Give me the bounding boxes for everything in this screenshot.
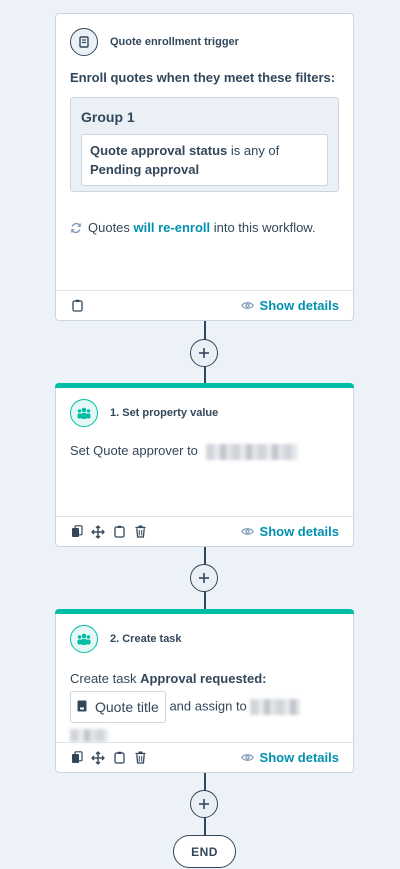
clipboard-icon[interactable] [112, 525, 126, 539]
trigger-title: Quote enrollment trigger [110, 36, 239, 48]
task-name: Approval requested: [140, 671, 267, 686]
plus-icon [199, 348, 209, 358]
move-icon[interactable] [91, 750, 105, 765]
reenroll-link[interactable]: will re-enroll [134, 220, 211, 235]
add-action-button[interactable] [190, 564, 218, 592]
document-icon [77, 695, 87, 719]
filter-property: Quote approval status [90, 143, 228, 158]
move-icon[interactable] [91, 524, 105, 539]
eye-icon [240, 298, 254, 313]
action-body-text: Create task [70, 671, 141, 686]
people-icon [70, 399, 98, 427]
show-details-button[interactable]: Show details [240, 750, 339, 765]
token-label: Quote title [95, 699, 159, 715]
trigger-card[interactable]: Quote enrollment trigger Enroll quotes w… [55, 13, 354, 321]
copy-icon[interactable] [70, 751, 84, 765]
filter-group[interactable]: Group 1 Quote approval status is any of … [70, 97, 339, 192]
show-details-label: Show details [259, 750, 339, 765]
action-title: 1. Set property value [110, 407, 219, 419]
clipboard-icon[interactable] [70, 299, 84, 313]
reenroll-suffix: into this workflow. [210, 220, 316, 235]
filter-value: Pending approval [90, 162, 200, 177]
scroll-icon [70, 28, 98, 56]
add-action-button[interactable] [190, 790, 218, 818]
filter-operator: is any of [227, 143, 280, 158]
show-details-button[interactable]: Show details [240, 524, 339, 539]
copy-icon[interactable] [70, 525, 84, 539]
action-footer: Show details [56, 742, 353, 772]
action-card-create-task[interactable]: 2. Create task Create task Approval requ… [55, 609, 354, 773]
reenroll-line: Quotes will re-enroll into this workflow… [70, 220, 353, 235]
plus-icon [199, 573, 209, 583]
show-details-button[interactable]: Show details [240, 298, 339, 313]
clipboard-icon[interactable] [112, 751, 126, 765]
trash-icon[interactable] [133, 525, 147, 539]
show-details-label: Show details [259, 298, 339, 313]
redacted-assignee [250, 699, 301, 715]
eye-icon [240, 524, 254, 539]
assign-text: and assign to [169, 698, 247, 714]
eye-icon [240, 750, 254, 765]
group-label: Group 1 [81, 109, 135, 125]
trash-icon[interactable] [133, 751, 147, 765]
action-title: 2. Create task [110, 633, 182, 645]
redacted-value [205, 443, 298, 460]
filter-box[interactable]: Quote approval status is any of Pending … [81, 134, 328, 186]
end-label: END [191, 844, 218, 859]
end-node: END [173, 835, 236, 868]
reenroll-prefix: Quotes [88, 220, 134, 235]
add-action-button[interactable] [190, 339, 218, 367]
plus-icon [199, 799, 209, 809]
enroll-label: Enroll quotes when they meet these filte… [70, 70, 336, 85]
action-body-text: Set Quote approver to [70, 443, 198, 458]
trigger-footer: Show details [56, 290, 353, 320]
refresh-icon [70, 222, 82, 234]
show-details-label: Show details [259, 524, 339, 539]
action-body: Set Quote approver to [70, 443, 353, 460]
action-card-set-property[interactable]: 1. Set property value Set Quote approver… [55, 383, 354, 547]
action-body: Create task Approval requested: Quote ti… [70, 667, 353, 747]
action-footer: Show details [56, 516, 353, 546]
redacted-assignee-2 [70, 729, 108, 743]
quote-title-token[interactable]: Quote title [70, 691, 166, 723]
people-icon [70, 625, 98, 653]
